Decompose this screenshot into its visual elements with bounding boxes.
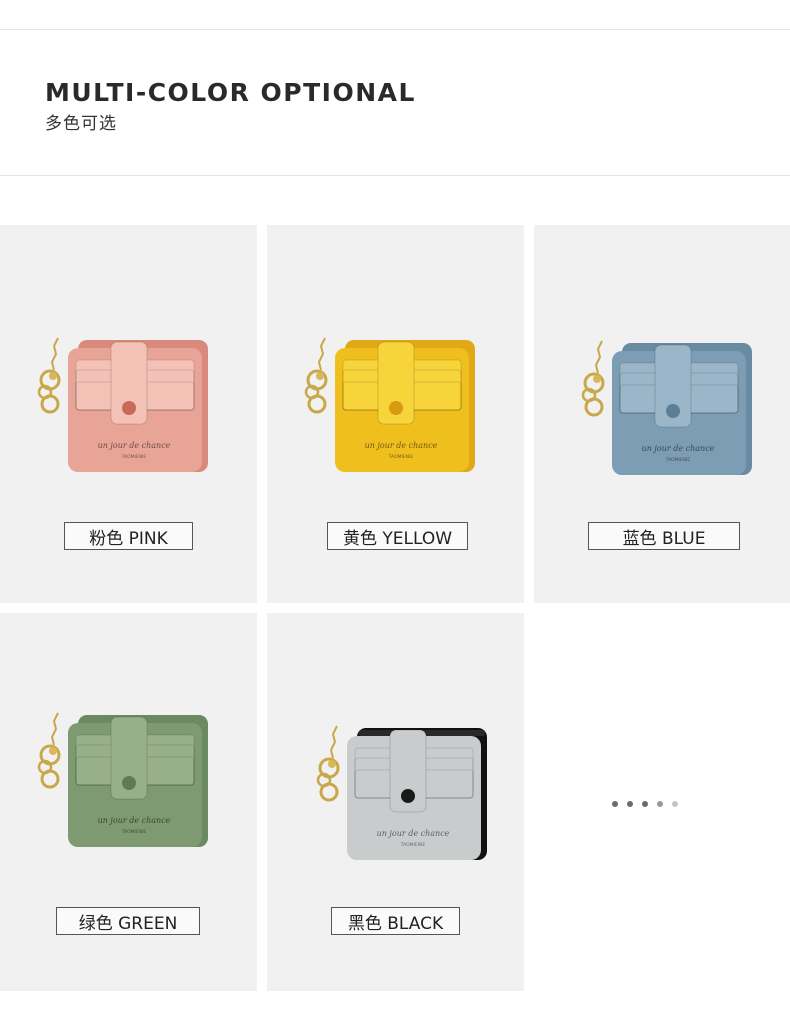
gallery-dot[interactable] <box>612 801 618 807</box>
color-label-green: 绿色 GREEN <box>56 907 200 935</box>
wallet-image-blue: un jour de chance TAOMIENIE <box>564 333 759 488</box>
svg-text:TAOMIENIE: TAOMIENIE <box>388 454 414 460</box>
color-label-black: 黑色 BLACK <box>331 907 460 935</box>
svg-text:TAOMIENIE: TAOMIENIE <box>121 829 147 835</box>
wallet-image-green: un jour de chance TAOMIENIE <box>20 705 215 860</box>
svg-text:un jour de chance: un jour de chance <box>377 829 450 838</box>
svg-text:TAOMIENIE: TAOMIENIE <box>121 454 147 460</box>
color-label-pink: 粉色 PINK <box>64 522 193 550</box>
product-tile-yellow[interactable]: un jour de chance TAOMIENIE 黄色 YELLOW <box>267 225 524 603</box>
svg-text:un jour de chance: un jour de chance <box>642 444 715 453</box>
gallery-dot[interactable] <box>672 801 678 807</box>
gallery-dot[interactable] <box>627 801 633 807</box>
wallet-image-pink: un jour de chance TAOMIENIE <box>20 330 215 485</box>
wallet-image-yellow: un jour de chance TAOMIENIE <box>287 330 482 485</box>
product-tile-blue[interactable]: un jour de chance TAOMIENIE 蓝色 BLUE <box>534 225 790 603</box>
product-tile-black[interactable]: un jour de chance TAOMIENIE 黑色 BLACK <box>267 613 524 991</box>
svg-text:TAOMIENIE: TAOMIENIE <box>400 842 426 848</box>
bottom-divider <box>0 175 790 176</box>
product-tile-green[interactable]: un jour de chance TAOMIENIE 绿色 GREEN <box>0 613 257 991</box>
gallery-dots[interactable] <box>612 801 678 807</box>
svg-text:un jour de chance: un jour de chance <box>365 441 438 450</box>
product-tile-pink[interactable]: un jour de chance TAOMIENIE 粉色 PINK <box>0 225 257 603</box>
svg-text:TAOMIENIE: TAOMIENIE <box>665 457 691 463</box>
heading-title-en: MULTI-COLOR OPTIONAL <box>45 78 416 107</box>
color-label-yellow: 黄色 YELLOW <box>327 522 468 550</box>
gallery-dot[interactable] <box>657 801 663 807</box>
wallet-image-black: un jour de chance TAOMIENIE <box>299 718 494 873</box>
section-heading: MULTI-COLOR OPTIONAL 多色可选 <box>45 78 416 134</box>
gallery-dot[interactable] <box>642 801 648 807</box>
heading-title-cn: 多色可选 <box>45 114 117 134</box>
top-divider <box>0 29 790 30</box>
svg-text:un jour de chance: un jour de chance <box>98 816 171 825</box>
color-label-blue: 蓝色 BLUE <box>588 522 740 550</box>
svg-text:un jour de chance: un jour de chance <box>98 441 171 450</box>
